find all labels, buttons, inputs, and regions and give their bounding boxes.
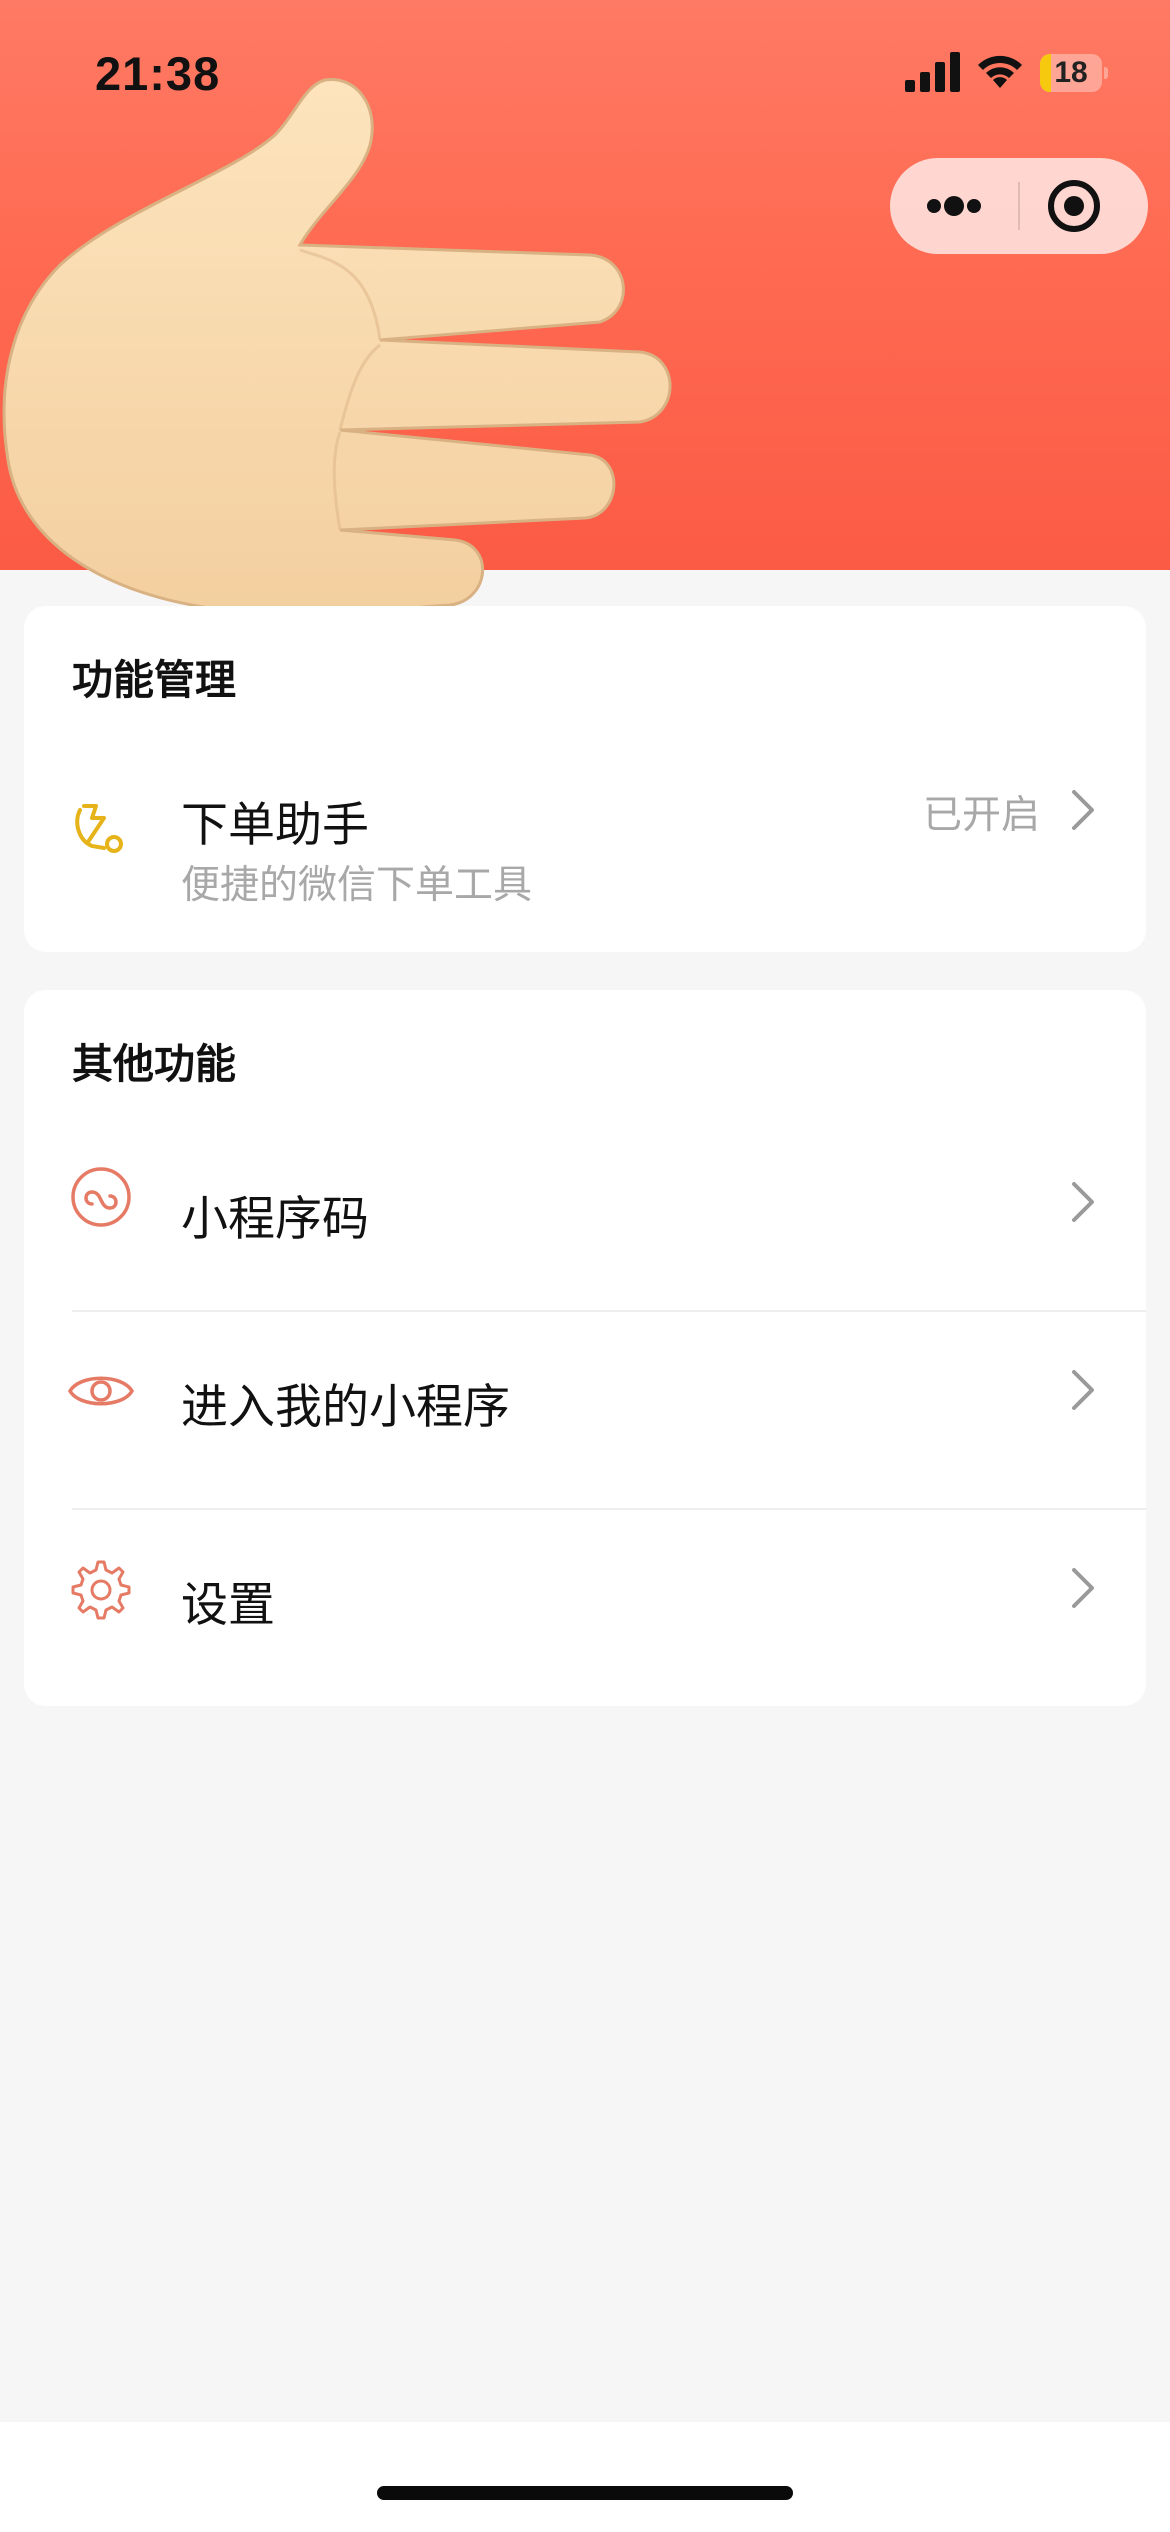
other-functions-title: 其他功能 xyxy=(72,1041,236,1087)
bottom-safe-area xyxy=(0,2422,1170,2532)
mini-program-capsule xyxy=(890,158,1148,254)
battery-level: 18 xyxy=(1054,56,1088,89)
order-assistant-icon xyxy=(75,804,123,853)
mini-program-code-title: 小程序码 xyxy=(181,1192,369,1247)
battery-icon: 18 xyxy=(1040,54,1108,92)
other-functions-card: 其他功能 小程序码 进入我的小程序 设置 xyxy=(24,990,1146,1706)
more-dots-icon xyxy=(927,196,981,216)
settings-row[interactable]: 设置 xyxy=(24,1510,1146,1706)
close-mini-program-button[interactable] xyxy=(1020,158,1148,254)
enter-my-mini-program-title: 进入我的小程序 xyxy=(181,1380,510,1435)
gear-icon xyxy=(71,1560,131,1620)
order-assistant-row[interactable]: 下单助手 便捷的微信下单工具 已开启 xyxy=(24,756,1146,916)
function-management-card: 功能管理 下单助手 便捷的微信下单工具 已开启 xyxy=(24,606,1146,952)
function-management-title: 功能管理 xyxy=(72,657,236,703)
cellular-signal-icon xyxy=(905,52,960,92)
chevron-right-icon xyxy=(1072,790,1094,830)
enter-my-mini-program-row[interactable]: 进入我的小程序 xyxy=(24,1312,1146,1508)
chevron-right-icon xyxy=(1072,1370,1094,1410)
order-assistant-title: 下单助手 xyxy=(181,798,369,853)
target-close-icon xyxy=(1048,180,1100,232)
order-assistant-status: 已开启 xyxy=(922,793,1040,838)
chevron-right-icon xyxy=(1072,1182,1094,1222)
settings-title: 设置 xyxy=(181,1578,275,1633)
order-assistant-subtitle: 便捷的微信下单工具 xyxy=(181,863,533,908)
home-indicator[interactable] xyxy=(377,2486,793,2500)
more-button[interactable] xyxy=(890,158,1018,254)
mini-program-code-icon xyxy=(71,1167,131,1227)
mini-program-code-row[interactable]: 小程序码 xyxy=(24,1130,1146,1300)
raised-back-of-hand-emoji xyxy=(2,77,672,616)
chevron-right-icon xyxy=(1072,1568,1094,1608)
eye-icon xyxy=(67,1376,135,1406)
wifi-icon xyxy=(978,55,1022,88)
